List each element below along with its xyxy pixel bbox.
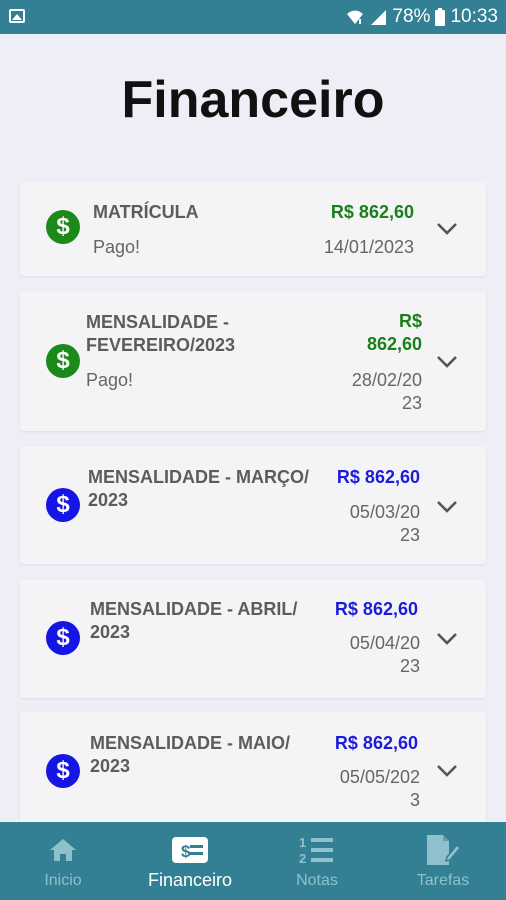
payment-card[interactable]: $ MENSALIDADE - MARÇO/ 2023 R$ 862,60 05… <box>20 446 486 564</box>
payment-status: Pago! <box>86 370 134 390</box>
payment-status: Pago! <box>93 237 141 257</box>
dollar-coin-icon: $ <box>46 210 80 244</box>
svg-text:2: 2 <box>299 851 306 866</box>
chevron-down-icon[interactable] <box>436 355 458 369</box>
payment-amount: R$ 862,60 <box>330 202 414 222</box>
payment-card[interactable]: $ MENSALIDADE - FEVEREIRO/2023 Pago! R$ … <box>20 291 486 431</box>
nav-label: Financeiro <box>147 870 233 890</box>
payment-card[interactable]: $ MATRÍCULA Pago! R$ 862,60 14/01/2023 <box>20 182 486 276</box>
dollar-coin-icon: $ <box>46 621 80 655</box>
payment-amount: R$ 862,60 <box>336 467 420 487</box>
numbered-list-icon: 1 2 <box>299 835 333 866</box>
payment-date: 05/03/20 23 <box>349 502 420 545</box>
nav-item-financeiro[interactable]: $ Financeiro <box>136 822 244 900</box>
nav-item-notas[interactable]: 1 2 Notas <box>272 822 362 900</box>
chevron-down-icon[interactable] <box>436 764 458 778</box>
chevron-down-icon[interactable] <box>436 222 458 236</box>
bottom-navigation: Inicio $ Financeiro 1 2 Notas Tarefas <box>0 822 506 900</box>
signal-icon <box>371 10 387 25</box>
payment-description: MATRÍCULA <box>93 202 199 222</box>
status-bar: 78% 10:33 <box>0 0 506 34</box>
payment-description: MENSALIDADE - MARÇO/ 2023 <box>88 467 309 510</box>
dollar-coin-icon: $ <box>46 344 80 378</box>
gallery-notification-icon <box>9 9 25 23</box>
svg-text:$: $ <box>181 842 191 861</box>
payment-card[interactable]: $ MENSALIDADE - ABRIL/ 2023 R$ 862,60 05… <box>20 580 486 698</box>
clock: 10:33 <box>450 6 498 27</box>
battery-percent: 78% <box>392 6 431 27</box>
nav-item-inicio[interactable]: Inicio <box>18 822 108 900</box>
payment-description: MENSALIDADE - FEVEREIRO/2023 <box>86 312 236 355</box>
payment-description: MENSALIDADE - MAIO/ 2023 <box>90 733 290 776</box>
battery-icon <box>435 8 446 26</box>
payment-amount: R$ 862,60 <box>334 599 418 619</box>
payment-date: 28/02/20 23 <box>351 370 422 413</box>
payment-description: MENSALIDADE - ABRIL/ 2023 <box>90 599 298 642</box>
document-edit-icon <box>427 835 461 865</box>
payment-date: 14/01/2023 <box>323 237 414 257</box>
wifi-icon <box>347 10 364 24</box>
payment-date: 05/05/202 3 <box>339 767 420 810</box>
payment-card[interactable]: $ MENSALIDADE - MAIO/ 2023 R$ 862,60 05/… <box>20 712 486 822</box>
home-icon <box>50 839 76 861</box>
money-icon: $ <box>172 837 208 863</box>
nav-label: Tarefas <box>416 872 470 889</box>
status-bar-right: 78% 10:33 <box>346 0 498 34</box>
dollar-coin-icon: $ <box>46 488 80 522</box>
dollar-coin-icon: $ <box>46 754 80 788</box>
chevron-down-icon[interactable] <box>436 632 458 646</box>
svg-text:1: 1 <box>299 835 306 850</box>
chevron-down-icon[interactable] <box>436 500 458 514</box>
payment-amount: R$ 862,60 <box>334 733 418 753</box>
page-title: Financeiro <box>121 71 385 129</box>
nav-label: Inicio <box>44 872 82 889</box>
payment-date: 05/04/20 23 <box>349 633 420 676</box>
payment-amount: R$ 862,60 <box>366 311 422 354</box>
nav-label: Notas <box>296 872 338 889</box>
payments-list[interactable]: $ MATRÍCULA Pago! R$ 862,60 14/01/2023 $… <box>0 182 506 822</box>
nav-item-tarefas[interactable]: Tarefas <box>398 822 488 900</box>
